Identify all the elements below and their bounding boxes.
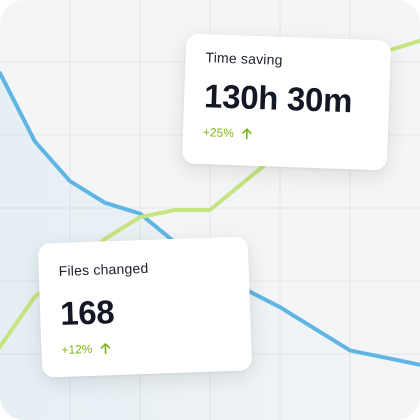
files-changed-label: Files changed — [58, 259, 149, 279]
arrow-up-icon — [242, 127, 252, 140]
arrow-up-icon — [100, 342, 111, 355]
time-saving-card: Time saving 130h 30m +25% — [181, 33, 392, 171]
files-changed-delta-row: +12% — [61, 337, 231, 357]
files-changed-value: 168 — [59, 293, 115, 332]
files-changed-card: Files changed 168 +12% — [37, 236, 253, 378]
time-saving-label: Time saving — [205, 49, 283, 68]
files-changed-delta: +12% — [61, 341, 93, 357]
time-saving-delta: +25% — [202, 125, 235, 141]
dashboard-canvas: Time saving 130h 30m +25% Files changed … — [0, 0, 420, 420]
time-saving-delta-row: +25% — [203, 125, 368, 145]
time-saving-value: 130h 30m — [203, 77, 353, 120]
